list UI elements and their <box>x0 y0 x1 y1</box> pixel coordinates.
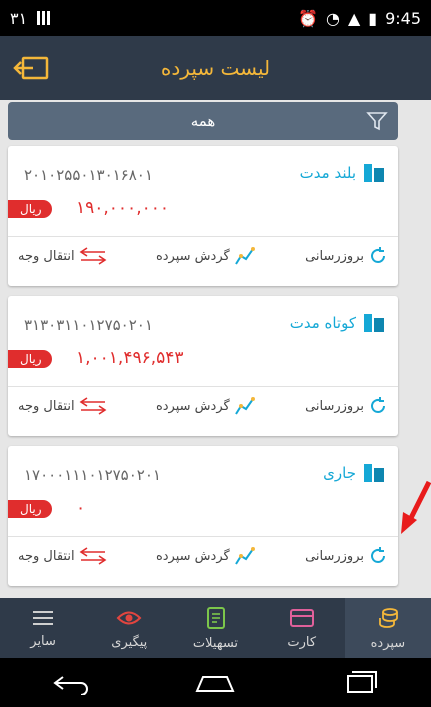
nav-tracking[interactable]: پیگیری <box>86 598 172 658</box>
exit-icon <box>13 56 49 80</box>
status-time: 9:45 <box>385 8 421 28</box>
filter-bar[interactable]: همه <box>8 102 398 140</box>
status-left-text: ۳۱ <box>10 8 28 28</box>
currency-badge: ریال <box>8 500 52 518</box>
home-icon[interactable] <box>193 671 237 695</box>
turnover-button[interactable]: گردش سپرده <box>156 546 256 566</box>
turnover-button[interactable]: گردش سپرده <box>156 246 256 266</box>
battery-icon: ▮ <box>368 8 378 28</box>
refresh-button[interactable]: بروزرسانی <box>305 396 388 416</box>
account-type: بلند مدت <box>300 162 386 184</box>
nav-card[interactable]: کارت <box>259 598 345 658</box>
filter-label: همه <box>190 112 216 130</box>
transfer-button[interactable]: انتقال وجه <box>18 397 107 415</box>
alarm-icon: ⏰ <box>298 8 318 28</box>
balance-amount: ۰ <box>76 498 86 518</box>
app-header: لیست سپرده <box>0 36 431 100</box>
account-number: ۱۷۰۰۰۱۱۱۰۱۲۷۵۰۲۰۱ <box>24 466 161 484</box>
refresh-button[interactable]: بروزرسانی <box>305 246 388 266</box>
signal-icon: ▲ <box>347 8 361 28</box>
back-icon[interactable] <box>51 671 91 695</box>
coins-icon <box>379 607 398 628</box>
transfer-arrows-icon <box>79 547 107 565</box>
page-title: لیست سپرده <box>160 56 271 80</box>
transfer-arrows-icon <box>79 247 107 265</box>
currency-badge: ریال <box>8 350 52 368</box>
currency-badge: ریال <box>8 200 52 218</box>
nav-facilities[interactable]: تسهیلات <box>172 598 258 658</box>
account-icon <box>364 464 384 482</box>
eye-icon <box>116 611 142 624</box>
account-number: ۳۱۳۰۳۱۱۰۱۲۷۵۰۲۰۱ <box>24 316 153 334</box>
transfer-button[interactable]: انتقال وجه <box>18 247 107 265</box>
refresh-button[interactable]: بروزرسانی <box>305 546 388 566</box>
balance-amount: ۱,۰۰۱,۴۹۶,۵۴۳ <box>76 348 184 368</box>
turnover-button[interactable]: گردش سپرده <box>156 396 256 416</box>
transfer-button[interactable]: انتقال وجه <box>18 547 107 565</box>
system-navigation-bar <box>0 658 431 707</box>
refresh-icon <box>371 247 385 263</box>
recent-apps-icon[interactable] <box>340 670 380 696</box>
refresh-icon <box>371 547 385 563</box>
status-bar: ۳۱ ⏰ ◔ ▲ ▮ 9:45 <box>0 0 431 36</box>
barcode-icon <box>37 11 52 25</box>
bottom-navigation: سپرده کارت تسهیلات پیگیری سایر <box>0 598 431 658</box>
annotation-arrow-icon <box>401 480 431 534</box>
exit-button[interactable] <box>10 50 54 86</box>
refresh-icon <box>371 397 385 413</box>
deposit-card[interactable]: کوتاه مدت ۳۱۳۰۳۱۱۰۱۲۷۵۰۲۰۱ ریال ۱,۰۰۱,۴۹… <box>8 296 398 436</box>
credit-card-icon <box>289 608 314 627</box>
nav-more[interactable]: سایر <box>0 598 86 658</box>
deposit-card[interactable]: بلند مدت ۲۰۱۰۲۵۵۰۱۳۰۱۶۸۰۱ ریال ۱۹۰,۰۰۰,۰… <box>8 146 398 286</box>
chart-line-icon <box>234 547 255 565</box>
account-icon <box>364 164 384 182</box>
account-type: جاری <box>323 462 386 484</box>
account-number: ۲۰۱۰۲۵۵۰۱۳۰۱۶۸۰۱ <box>24 166 153 184</box>
deposit-card[interactable]: جاری ۱۷۰۰۰۱۱۱۰۱۲۷۵۰۲۰۱ ریال ۰ بروزرسانی … <box>8 446 398 586</box>
nav-deposit[interactable]: سپرده <box>344 598 431 658</box>
chart-line-icon <box>234 247 255 265</box>
balance-amount: ۱۹۰,۰۰۰,۰۰۰ <box>76 198 169 218</box>
account-type: کوتاه مدت <box>290 312 386 334</box>
account-icon <box>364 314 384 332</box>
chart-line-icon <box>234 397 255 415</box>
filter-icon[interactable] <box>366 110 388 132</box>
transfer-arrows-icon <box>79 397 107 415</box>
menu-icon <box>33 610 54 625</box>
document-icon <box>206 606 225 629</box>
wifi-icon: ◔ <box>325 8 340 28</box>
